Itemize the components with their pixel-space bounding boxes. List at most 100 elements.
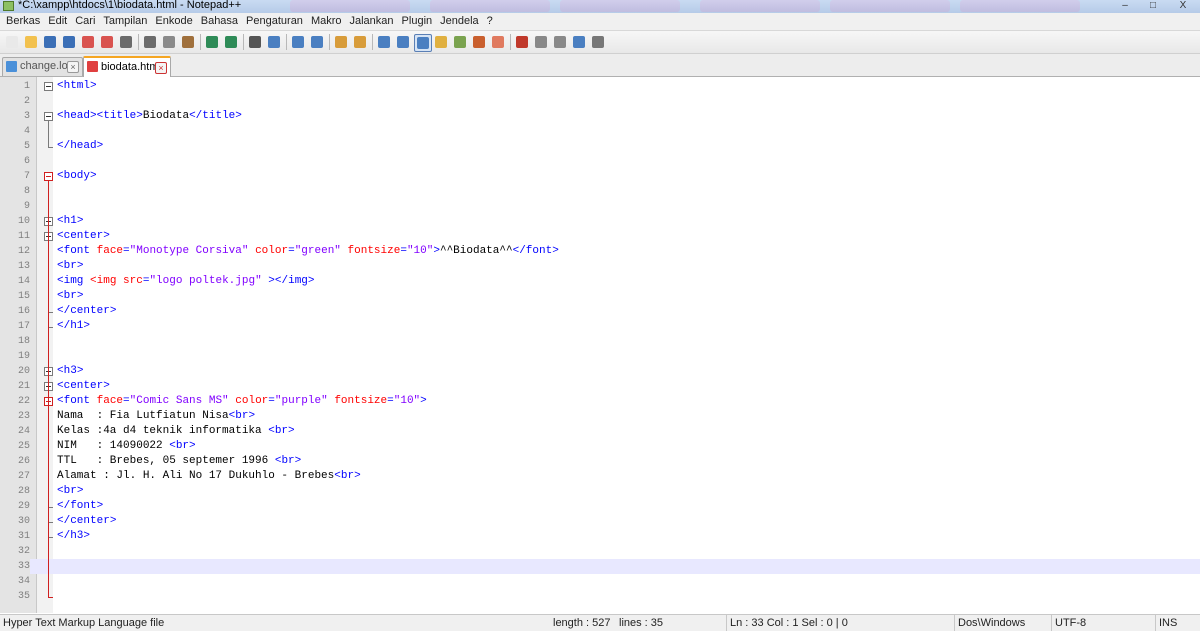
code-line[interactable]: 1 <html> xyxy=(0,79,1200,94)
fold-toggle-icon[interactable] xyxy=(44,82,53,91)
find-button[interactable] xyxy=(247,34,263,50)
code-line[interactable]: 5 </head> xyxy=(0,139,1200,154)
code-line[interactable]: 25 NIM : 14090022 <br> xyxy=(0,439,1200,454)
code-line[interactable]: 14 <img <img src="logo poltek.jpg" ></img… xyxy=(0,274,1200,289)
code-line[interactable]: 22 <font face="Comic Sans MS" color="purp… xyxy=(0,394,1200,409)
code-text: </center> xyxy=(57,305,117,317)
print-button[interactable] xyxy=(118,34,134,50)
code-line[interactable]: 27 Alamat : Jl. H. Ali No 17 Dukuhlo - Br… xyxy=(0,469,1200,484)
code-line[interactable]: 15 <br> xyxy=(0,289,1200,304)
folder-workspace-button[interactable] xyxy=(490,34,506,50)
cut-button[interactable] xyxy=(142,34,158,50)
code-line[interactable]: 18 xyxy=(0,334,1200,349)
code-line[interactable]: 3 <head><title>Biodata</title> xyxy=(0,109,1200,124)
code-text: </head> xyxy=(57,140,104,152)
status-bar: Hyper Text Markup Language file length :… xyxy=(0,614,1200,631)
macro-record-icon xyxy=(516,36,528,48)
code-line[interactable]: 11 <center> xyxy=(0,229,1200,244)
zoom-out-icon xyxy=(311,36,323,48)
line-number: 26 xyxy=(17,456,30,467)
macro-save-button[interactable] xyxy=(590,34,606,50)
close-all-button[interactable] xyxy=(99,34,115,50)
menu-help[interactable]: ? xyxy=(483,13,497,30)
menu-edit[interactable]: Edit xyxy=(44,13,71,30)
code-line[interactable]: 23 Nama : Fia Lutfiatun Nisa<br> xyxy=(0,409,1200,424)
redo-button[interactable] xyxy=(223,34,239,50)
code-line[interactable]: 8 xyxy=(0,184,1200,199)
macro-play-icon xyxy=(554,36,566,48)
code-line[interactable]: 6 xyxy=(0,154,1200,169)
maximize-button[interactable]: □ xyxy=(1140,0,1166,12)
close-window-button[interactable]: X xyxy=(1170,0,1196,12)
code-editor[interactable]: 1 <html> 2 3 <head><title>Biodata</title> 4 5 <… xyxy=(0,77,1200,613)
code-line[interactable]: 10 <h1> xyxy=(0,214,1200,229)
close-button[interactable] xyxy=(80,34,96,50)
code-line[interactable]: 7 <body> xyxy=(0,169,1200,184)
sync-vertical-button[interactable] xyxy=(333,34,349,50)
code-line[interactable]: 34 xyxy=(0,574,1200,589)
close-tab-icon[interactable]: × xyxy=(155,62,167,74)
code-line[interactable]: 24 Kelas :4a d4 teknik informatika <br> xyxy=(0,424,1200,439)
code-line[interactable]: 21 <center> xyxy=(0,379,1200,394)
code-line[interactable]: 12 <font face="Monotype Corsiva" color="g… xyxy=(0,244,1200,259)
paste-button[interactable] xyxy=(180,34,196,50)
code-line[interactable]: 9 xyxy=(0,199,1200,214)
code-line[interactable]: 26 TTL : Brebes, 05 septemer 1996 <br> xyxy=(0,454,1200,469)
menu-berkas[interactable]: Berkas xyxy=(2,13,44,30)
macro-play-button[interactable] xyxy=(552,34,568,50)
function-list-button[interactable] xyxy=(452,34,468,50)
code-line[interactable]: 30 </center> xyxy=(0,514,1200,529)
word-wrap-button[interactable] xyxy=(376,34,392,50)
menu-makro[interactable]: Makro xyxy=(307,13,346,30)
tab-change-log[interactable]: change.log × xyxy=(2,57,83,76)
show-all-chars-button[interactable] xyxy=(395,34,411,50)
sync-horizontal-button[interactable] xyxy=(352,34,368,50)
copy-button[interactable] xyxy=(161,34,177,50)
menu-cari[interactable]: Cari xyxy=(71,13,99,30)
zoom-out-button[interactable] xyxy=(309,34,325,50)
save-all-button[interactable] xyxy=(61,34,77,50)
code-line[interactable]: 29 </font> xyxy=(0,499,1200,514)
menu-bahasa[interactable]: Bahasa xyxy=(197,13,242,30)
user-language-button[interactable] xyxy=(433,34,449,50)
sync-vertical-icon xyxy=(335,36,347,48)
fold-toggle-icon[interactable] xyxy=(44,112,53,121)
new-file-button[interactable] xyxy=(4,34,20,50)
code-line[interactable]: 31 </h3> xyxy=(0,529,1200,544)
indent-guide-button[interactable] xyxy=(414,34,432,52)
menu-plugin[interactable]: Plugin xyxy=(398,13,437,30)
code-line[interactable]: 33 xyxy=(0,559,1200,574)
code-line[interactable]: 20 <h3> xyxy=(0,364,1200,379)
undo-button[interactable] xyxy=(204,34,220,50)
menu-jalankan[interactable]: Jalankan xyxy=(346,13,398,30)
line-number: 25 xyxy=(17,441,30,452)
macro-record-button[interactable] xyxy=(514,34,530,50)
replace-button[interactable] xyxy=(266,34,282,50)
code-line[interactable]: 13 <br> xyxy=(0,259,1200,274)
menu-jendela[interactable]: Jendela xyxy=(436,13,483,30)
code-line[interactable]: 2 xyxy=(0,94,1200,109)
save-button[interactable] xyxy=(42,34,58,50)
code-line[interactable]: 28 <br> xyxy=(0,484,1200,499)
folder-workspace-icon xyxy=(492,36,504,48)
code-line[interactable]: 17 </h1> xyxy=(0,319,1200,334)
menu-pengaturan[interactable]: Pengaturan xyxy=(242,13,307,30)
fold-toggle-icon[interactable] xyxy=(44,172,53,181)
code-line[interactable]: 4 xyxy=(0,124,1200,139)
doc-map-button[interactable] xyxy=(471,34,487,50)
close-tab-icon[interactable]: × xyxy=(67,61,79,73)
macro-run-multiple-icon xyxy=(573,36,585,48)
macro-stop-button[interactable] xyxy=(533,34,549,50)
code-line[interactable]: 16 </center> xyxy=(0,304,1200,319)
tab-biodata-html[interactable]: biodata.html × xyxy=(83,56,171,78)
macro-run-multiple-button[interactable] xyxy=(571,34,587,50)
menu-enkode[interactable]: Enkode xyxy=(151,13,196,30)
menu-tampilan[interactable]: Tampilan xyxy=(99,13,151,30)
code-line[interactable]: 19 xyxy=(0,349,1200,364)
code-line[interactable]: 35 xyxy=(0,589,1200,604)
background-window-strip xyxy=(700,0,820,12)
open-file-button[interactable] xyxy=(23,34,39,50)
code-line[interactable]: 32 xyxy=(0,544,1200,559)
zoom-in-button[interactable] xyxy=(290,34,306,50)
minimize-button[interactable]: – xyxy=(1112,0,1138,12)
